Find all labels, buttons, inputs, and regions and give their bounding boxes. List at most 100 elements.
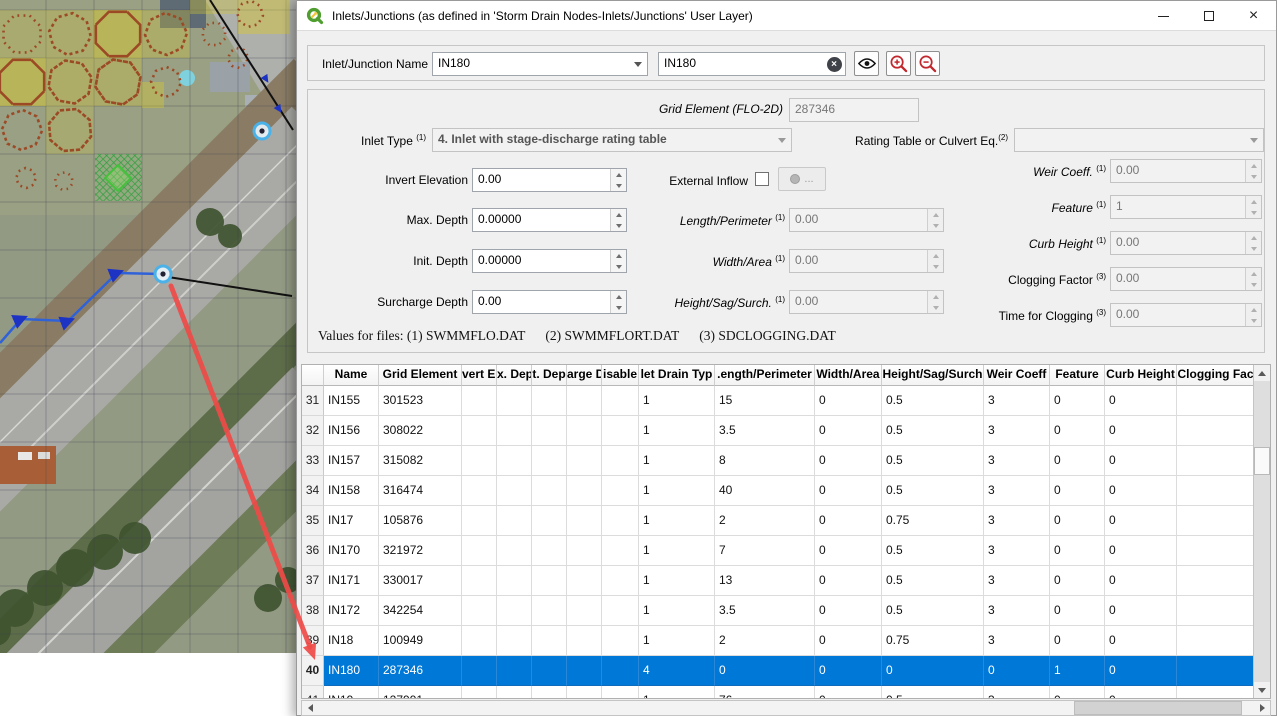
table-cell[interactable]: 2 [715,506,815,536]
table-cell[interactable]: 1 [639,536,715,566]
table-cell[interactable]: 0 [815,386,882,416]
table-cell[interactable]: 0 [815,596,882,626]
table-cell[interactable]: 0 [1105,536,1177,566]
table-cell[interactable]: 0.5 [882,536,984,566]
table-cell[interactable]: 1 [639,596,715,626]
row-number[interactable]: 40 [302,656,324,686]
row-number[interactable]: 38 [302,596,324,626]
table-cell[interactable] [602,566,639,596]
table-cell[interactable]: 0 [1050,446,1105,476]
table-cell[interactable]: 1 [639,386,715,416]
table-cell[interactable]: 342254 [379,596,462,626]
zoom-in-button[interactable] [886,51,911,76]
row-number[interactable]: 35 [302,506,324,536]
table-cell[interactable] [1177,386,1255,416]
row-number[interactable]: 32 [302,416,324,446]
column-header-x-dep[interactable]: x. Dep [497,365,532,386]
table-cell[interactable]: 3.5 [715,596,815,626]
table-cell[interactable]: 2 [715,626,815,656]
table-cell[interactable]: IN157 [324,446,379,476]
table-cell[interactable]: 3 [984,626,1050,656]
table-cell[interactable] [462,416,497,446]
table-cell[interactable]: 3 [984,476,1050,506]
zoom-out-button[interactable] [915,51,940,76]
table-cell[interactable]: 105876 [379,506,462,536]
horizontal-scroll-thumb[interactable] [1074,701,1242,715]
table-cell[interactable] [462,506,497,536]
inlet-junction-name-combo[interactable]: IN180 [432,52,648,76]
table-cell[interactable]: 316474 [379,476,462,506]
table-cell[interactable]: 301523 [379,386,462,416]
table-cell[interactable] [532,596,567,626]
table-cell[interactable]: IN171 [324,566,379,596]
table-cell[interactable] [567,446,602,476]
table-cell[interactable]: 0 [1050,566,1105,596]
table-cell[interactable] [497,476,532,506]
table-cell[interactable]: 0 [1105,416,1177,446]
table-cell[interactable]: 3 [984,536,1050,566]
table-cell[interactable] [602,536,639,566]
table-row-in156[interactable]: 32IN15630802213.500.5300 [302,416,1270,446]
table-cell[interactable]: 0 [815,416,882,446]
close-button[interactable]: × [1231,1,1276,31]
table-cell[interactable]: 0 [815,566,882,596]
table-cell[interactable]: 0 [1105,686,1177,699]
table-cell[interactable]: 1 [639,566,715,596]
column-header-let-drain-typ[interactable]: let Drain Typ [639,365,715,386]
table-cell[interactable] [532,626,567,656]
table-cell[interactable] [497,656,532,686]
table-cell[interactable] [602,476,639,506]
column-header-curb-height[interactable]: Curb Height [1105,365,1177,386]
table-cell[interactable] [462,446,497,476]
table-cell[interactable] [497,686,532,699]
row-number[interactable]: 34 [302,476,324,506]
table-cell[interactable]: 8 [715,446,815,476]
title-bar[interactable]: Inlets/Junctions (as defined in 'Storm D… [297,1,1276,31]
table-cell[interactable]: 0 [1105,386,1177,416]
table-cell[interactable]: 0 [1050,416,1105,446]
table-row-in172[interactable]: 38IN17234225413.500.5300 [302,596,1270,626]
table-cell[interactable]: 3 [984,566,1050,596]
table-cell[interactable]: 0 [1050,536,1105,566]
table-cell[interactable]: 315082 [379,446,462,476]
table-cell[interactable] [462,656,497,686]
table-cell[interactable] [567,656,602,686]
column-header--ength-perimeter[interactable]: .ength/Perimeter [715,365,815,386]
column-header-weir-coeff[interactable]: Weir Coeff [984,365,1050,386]
table-cell[interactable]: IN158 [324,476,379,506]
column-header-width-area[interactable]: Width/Area [815,365,882,386]
table-cell[interactable] [1177,656,1255,686]
table-cell[interactable] [462,686,497,699]
table-cell[interactable] [462,476,497,506]
table-cell[interactable] [602,596,639,626]
table-cell[interactable] [602,416,639,446]
table-cell[interactable] [1177,506,1255,536]
table-cell[interactable]: 0 [1105,476,1177,506]
table-cell[interactable]: 0 [1105,656,1177,686]
table-cell[interactable] [1177,536,1255,566]
table-cell[interactable] [1177,566,1255,596]
table-cell[interactable]: 0 [1050,506,1105,536]
table-cell[interactable]: 4 [639,656,715,686]
table-cell[interactable] [497,506,532,536]
table-cell[interactable]: 0 [1050,476,1105,506]
table-cell[interactable] [532,566,567,596]
table-cell[interactable]: 0.75 [882,506,984,536]
table-cell[interactable] [567,596,602,626]
table-cell[interactable]: 15 [715,386,815,416]
table-row-in158[interactable]: 34IN15831647414000.5300 [302,476,1270,506]
table-cell[interactable] [532,386,567,416]
table-cell[interactable]: 0.5 [882,386,984,416]
table-cell[interactable]: 0 [1105,566,1177,596]
column-header-isable[interactable]: isable [602,365,639,386]
column-header-arge-d[interactable]: arge D [567,365,602,386]
table-cell[interactable]: 0 [1050,596,1105,626]
table-cell[interactable]: 0.75 [882,626,984,656]
table-cell[interactable]: 13 [715,566,815,596]
chevron-down-icon[interactable] [629,53,647,75]
column-header-vert-el[interactable]: vert El [462,365,497,386]
row-number[interactable]: 36 [302,536,324,566]
table-row-in171[interactable]: 37IN17133001711300.5300 [302,566,1270,596]
table-cell[interactable]: 308022 [379,416,462,446]
table-cell[interactable]: 0 [815,656,882,686]
